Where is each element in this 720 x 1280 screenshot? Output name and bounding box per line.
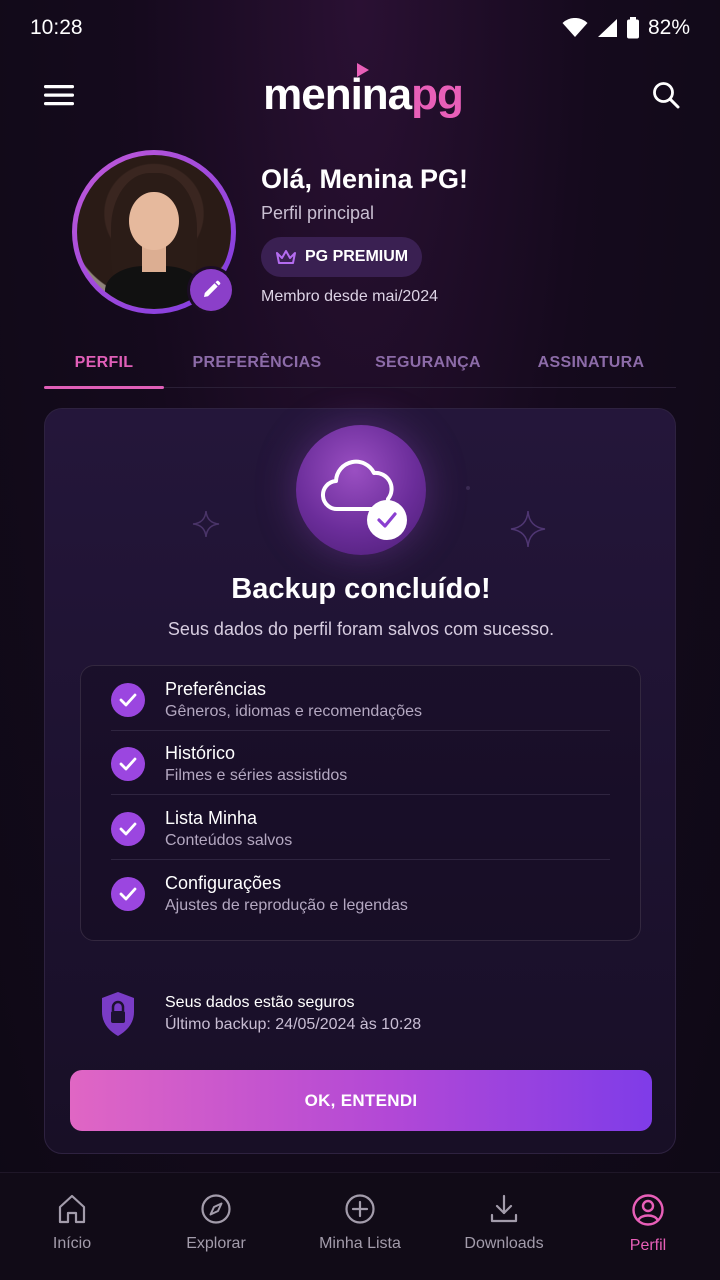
- nav-label: Downloads: [464, 1235, 544, 1252]
- profile-tabs: PERFIL PREFERÊNCIAS SEGURANÇA ASSINATURA: [44, 338, 676, 389]
- nav-label: Explorar: [186, 1235, 246, 1252]
- nav-item-inicio[interactable]: Início: [0, 1173, 144, 1280]
- nav-label: Perfil: [629, 1237, 667, 1254]
- download-icon: [490, 1194, 518, 1223]
- checkmark-icon: [367, 500, 407, 540]
- member-since: Membro desde mai/2024: [261, 288, 438, 305]
- nav-label: Início: [52, 1235, 92, 1252]
- premium-badge: PG PREMIUM: [261, 237, 422, 277]
- top-bar: meninapg: [0, 62, 720, 128]
- security-title: Seus dados estão seguros: [165, 994, 355, 1011]
- check-icon: [111, 747, 145, 782]
- check-icon: [111, 811, 145, 846]
- edit-avatar-button[interactable]: [190, 269, 232, 311]
- tab-seguranca[interactable]: SEGURANÇA: [350, 338, 506, 388]
- item-desc: Filmes e séries assistidos: [165, 767, 348, 785]
- nav-label: Minha Lista: [319, 1235, 401, 1252]
- profile-subtitle: Perfil principal: [261, 203, 375, 223]
- nav-item-minha-lista[interactable]: Minha Lista: [288, 1173, 432, 1280]
- item-desc: Conteúdos salvos: [165, 831, 293, 849]
- item-desc: Ajustes de reprodução e legendas: [165, 896, 408, 914]
- item-title: Histórico: [165, 743, 236, 764]
- logo-play-icon: [357, 63, 370, 77]
- list-item: Lista Minha Conteúdos salvos: [111, 795, 610, 860]
- tab-preferencias[interactable]: PREFERÊNCIAS: [164, 338, 350, 388]
- sparkle-icon: [192, 510, 220, 538]
- cloud-backup-icon: [296, 425, 426, 555]
- crown-icon: [276, 250, 296, 264]
- nav-item-perfil[interactable]: Perfil: [576, 1173, 720, 1280]
- tab-perfil[interactable]: PERFIL: [44, 338, 164, 389]
- battery-level: 82%: [647, 16, 690, 39]
- card-subtitle: Seus dados do perfil foram salvos com su…: [167, 619, 555, 639]
- status-icons: 82%: [562, 16, 690, 40]
- security-info: Seus dados estão seguros Último backup: …: [99, 984, 619, 1044]
- pencil-icon: [204, 280, 221, 297]
- tab-assinatura[interactable]: ASSINATURA: [506, 338, 676, 388]
- premium-badge-label: PG PREMIUM: [305, 248, 409, 265]
- wifi-icon: [562, 18, 588, 37]
- backup-checklist: Preferências Gêneros, idiomas e recomend…: [80, 665, 641, 941]
- item-title: Lista Minha: [165, 807, 258, 828]
- status-bar: 10:28 82%: [0, 0, 720, 56]
- check-icon: [111, 876, 145, 911]
- list-item: Configurações Ajustes de reprodução e le…: [111, 860, 610, 925]
- ok-button[interactable]: OK, ENTENDI: [70, 1070, 652, 1131]
- compass-icon: [201, 1194, 231, 1224]
- signal-icon: [597, 19, 617, 37]
- item-title: Preferências: [165, 678, 267, 699]
- item-title: Configurações: [165, 872, 282, 893]
- menu-icon[interactable]: [44, 83, 74, 107]
- card-title: Backup concluído!: [231, 573, 491, 605]
- battery-icon: [626, 17, 639, 39]
- search-icon[interactable]: [652, 81, 680, 109]
- item-desc: Gêneros, idiomas e recomendações: [165, 702, 423, 720]
- bottom-navigation: Início Explorar Minha Lista Downloads Pe…: [0, 1172, 720, 1280]
- sparkle-icon: [510, 510, 546, 548]
- plus-circle-icon: [345, 1194, 375, 1224]
- nav-item-downloads[interactable]: Downloads: [432, 1173, 576, 1280]
- profile-greeting: Olá, Menina PG!: [261, 164, 469, 194]
- app-logo[interactable]: meninapg: [263, 63, 464, 117]
- profile-icon: [632, 1194, 664, 1226]
- home-icon: [58, 1194, 86, 1224]
- sparkle-dot-icon: [466, 486, 470, 490]
- check-icon: [111, 682, 145, 717]
- list-item: Preferências Gêneros, idiomas e recomend…: [111, 666, 610, 731]
- shield-lock-icon: [102, 992, 134, 1036]
- list-item: Histórico Filmes e séries assistidos: [111, 731, 610, 795]
- status-time: 10:28: [30, 16, 83, 39]
- nav-item-explorar[interactable]: Explorar: [144, 1173, 288, 1280]
- backup-success-card: Backup concluído! Seus dados do perfil f…: [44, 408, 676, 1154]
- last-backup: Último backup: 24/05/2024 às 10:28: [165, 1016, 422, 1033]
